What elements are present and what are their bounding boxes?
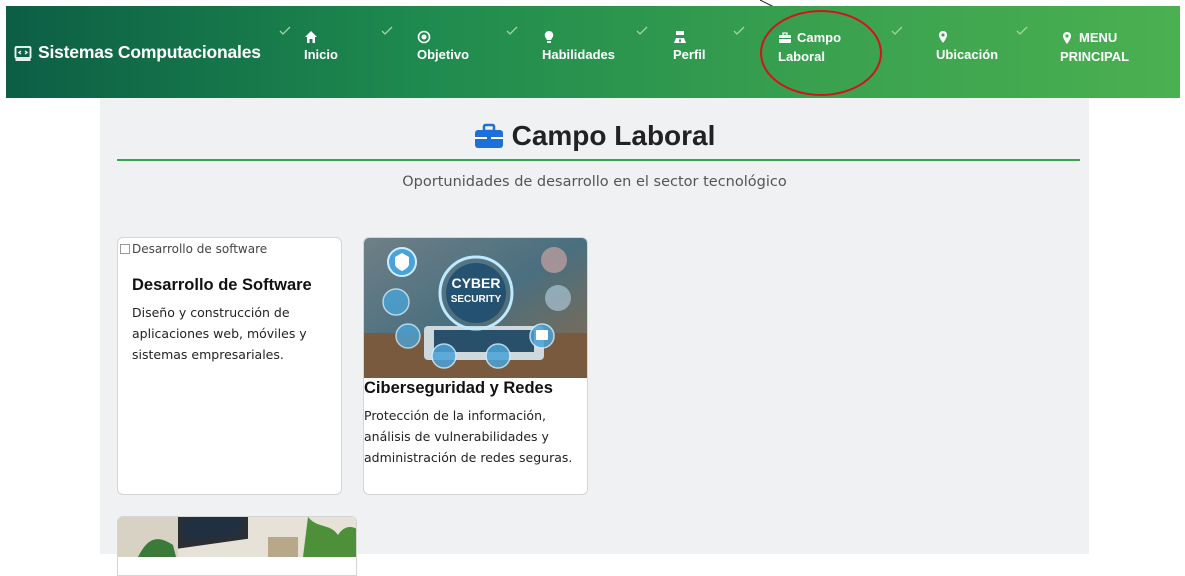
nav-label-menu: MENU <box>1079 30 1118 45</box>
card-description: Protección de la información, análisis d… <box>364 408 573 465</box>
nav-item-ubicacion[interactable]: Ubicación <box>936 30 998 63</box>
annotation-ellipse <box>760 10 882 96</box>
card-description: Diseño y construcción de aplicaciones we… <box>132 305 307 362</box>
main-content: Campo Laboral Oportunidades de desarroll… <box>100 98 1089 576</box>
section-subtitle: Oportunidades de desarrollo en el sector… <box>402 174 787 190</box>
briefcase-icon <box>474 123 503 148</box>
check-icon <box>381 26 393 35</box>
check-icon <box>506 26 518 35</box>
check-icon <box>636 26 648 35</box>
cyber-text-line2: SECURITY <box>451 294 502 305</box>
brand-title: Sistemas Computacionales <box>38 42 261 62</box>
nav-item-habilidades[interactable]: Habilidades <box>542 30 615 63</box>
check-icon <box>279 26 291 35</box>
map-pin-icon <box>939 31 947 43</box>
broken-image: Desarrollo de software <box>118 238 341 256</box>
check-icon <box>733 26 745 35</box>
cyber-text-line1: CYBER <box>451 275 500 291</box>
laptop-workspace-image <box>118 517 356 557</box>
code-window-icon <box>14 45 32 61</box>
nav-item-objetivo[interactable]: Objetivo <box>417 30 469 63</box>
broken-image-alt: Desarrollo de software <box>132 242 268 256</box>
nav-item-inicio[interactable]: Inicio <box>304 30 338 63</box>
nav-label-habilidades: Habilidades <box>542 47 615 62</box>
home-icon <box>305 31 317 43</box>
nav-label-ubicacion: Ubicación <box>936 47 999 62</box>
card-desarrollo-software[interactable]: Desarrollo de software Desarrollo de Sof… <box>117 237 342 495</box>
target-icon <box>417 30 431 44</box>
nav-label-inicio: Inicio <box>304 47 338 62</box>
map-pin-icon <box>1063 32 1071 44</box>
nav-item-menu-principal[interactable]: MENU PRINCIPAL <box>1060 30 1129 65</box>
check-icon <box>1016 26 1028 35</box>
nav-item-perfil[interactable]: Perfil <box>673 30 706 63</box>
cybersecurity-image: CYBER SECURITY <box>364 238 587 378</box>
section-title: Campo Laboral <box>511 120 716 151</box>
card-partial[interactable] <box>117 516 357 576</box>
card-title: Desarrollo de Software <box>132 276 312 294</box>
lightbulb-icon <box>544 31 554 43</box>
nav-label-objetivo: Objetivo <box>417 47 470 62</box>
card-ciberseguridad[interactable]: CYBER SECURITY Ciberseguridad y Redes Pr… <box>363 237 588 495</box>
card-title: Ciberseguridad y Redes <box>364 379 553 397</box>
brand-link[interactable]: Sistemas Computacionales <box>14 42 261 63</box>
navbar: Sistemas Computacionales Inicio Objetivo… <box>6 6 1180 98</box>
nav-label-principal: PRINCIPAL <box>1060 49 1130 64</box>
check-icon <box>891 26 903 35</box>
nav-label-perfil: Perfil <box>673 47 706 62</box>
section-divider <box>117 159 1080 161</box>
user-tie-icon <box>674 31 686 43</box>
broken-image-icon <box>120 244 130 254</box>
section-heading: Campo Laboral <box>100 120 1089 152</box>
